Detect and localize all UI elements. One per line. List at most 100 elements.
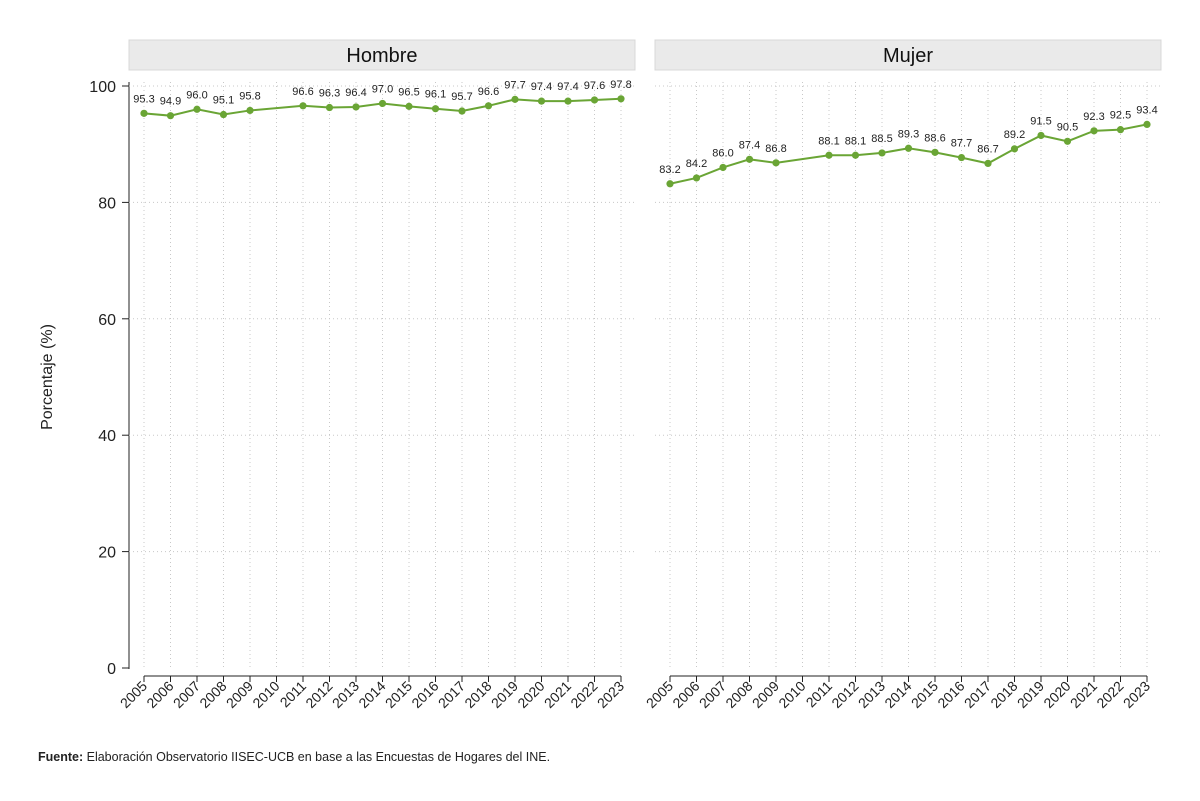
data-point [352,103,360,111]
data-label: 87.4 [739,139,760,151]
source-label: Fuente: [38,750,84,764]
x-tick-label: 2023 [594,678,627,711]
x-tick-label: 2011 [277,678,310,711]
data-point [1010,145,1019,153]
data-label: 88.5 [871,133,892,145]
data-label: 97.4 [531,81,552,93]
x-tick-label: 2008 [722,678,755,711]
y-tick-label: 20 [98,545,116,562]
data-label: 96.6 [292,86,313,98]
x-tick-label: 2014 [881,678,914,711]
x-tick-label: 2018 [987,678,1020,711]
x-tick-label: 2019 [488,678,521,711]
data-point [458,107,466,115]
x-tick-label: 2011 [803,678,836,711]
y-axis-title: Porcentaje (%) [39,324,56,430]
data-label: 89.3 [898,128,919,140]
y-tick-label: 0 [107,661,116,678]
data-label: 95.1 [213,95,234,107]
x-tick-label: 2021 [1067,678,1100,711]
data-point [219,110,228,119]
data-label: 92.3 [1083,111,1104,123]
x-tick-label: 2022 [1093,678,1126,711]
x-tick-label: 2017 [435,678,468,711]
x-tick-label: 2013 [855,678,888,711]
x-tick-label: 2005 [643,678,676,711]
data-point [193,105,201,113]
data-point [719,163,727,172]
data-label: 87.7 [951,138,972,150]
data-point [1116,126,1125,134]
data-label: 86.7 [977,143,998,155]
data-label: 96.1 [425,89,446,101]
data-label: 96.5 [398,86,419,98]
data-label: 97.8 [610,79,631,91]
x-tick-label: 2012 [302,678,335,711]
y-tick-label: 80 [98,195,116,212]
chart: Porcentaje (%)020406080100Hombre20052006… [39,39,1162,711]
x-tick-label: 2015 [908,678,941,711]
data-label: 96.3 [319,88,340,100]
source-text: Elaboración Observatorio IISEC-UCB en ba… [83,750,551,764]
data-point [246,106,254,115]
data-point [405,102,413,110]
data-label: 91.5 [1030,115,1051,127]
y-tick-label: 40 [98,428,116,445]
data-point [931,148,939,156]
data-label: 83.2 [659,164,680,176]
y-tick-label: 60 [98,312,116,329]
data-label: 96.6 [478,86,499,98]
x-tick-label: 2016 [408,678,441,711]
data-label: 93.4 [1136,104,1157,116]
x-tick-label: 2020 [1040,678,1073,711]
data-point [299,102,307,110]
x-tick-label: 2017 [961,678,994,711]
data-point [1143,120,1151,129]
x-tick-label: 2009 [223,678,256,711]
x-tick-label: 2006 [669,678,702,711]
data-point [484,102,493,110]
x-tick-label: 2007 [170,678,203,711]
data-point [984,159,992,168]
panel-title: Mujer [883,45,933,67]
data-label: 84.2 [686,158,707,170]
source-note: Fuente: Elaboración Observatorio IISEC-U… [38,750,550,764]
x-tick-label: 2023 [1120,678,1153,711]
data-point [431,105,440,113]
data-point [325,103,334,112]
data-point [1063,137,1072,145]
data-point [166,112,175,120]
data-point [140,109,148,117]
data-point [511,95,519,103]
x-tick-label: 2020 [514,678,547,711]
x-tick-label: 2022 [567,678,600,711]
data-label: 86.8 [765,143,786,155]
data-label: 92.5 [1110,110,1131,122]
data-label: 90.5 [1057,121,1078,133]
x-tick-label: 2010 [249,678,282,711]
data-label: 96.0 [186,89,207,101]
x-tick-label: 2014 [355,678,388,711]
x-tick-label: 2016 [934,678,967,711]
data-point [692,174,701,182]
data-label: 95.8 [239,90,260,102]
x-tick-label: 2015 [382,678,415,711]
data-label: 97.7 [504,79,525,91]
data-label: 88.1 [818,135,839,147]
data-point [851,151,860,159]
data-point [878,149,886,157]
data-label: 96.4 [345,87,366,99]
data-point [564,97,572,105]
x-tick-label: 2012 [828,678,861,711]
data-point [617,95,625,103]
panel-title: Hombre [346,45,417,67]
x-tick-label: 2009 [749,678,782,711]
data-point [825,151,833,159]
data-point [666,180,674,188]
data-label: 97.4 [557,81,578,93]
data-label: 95.3 [133,93,154,105]
x-tick-label: 2013 [329,678,362,711]
data-point [537,97,546,105]
data-point [1090,127,1098,135]
data-point [957,153,966,162]
